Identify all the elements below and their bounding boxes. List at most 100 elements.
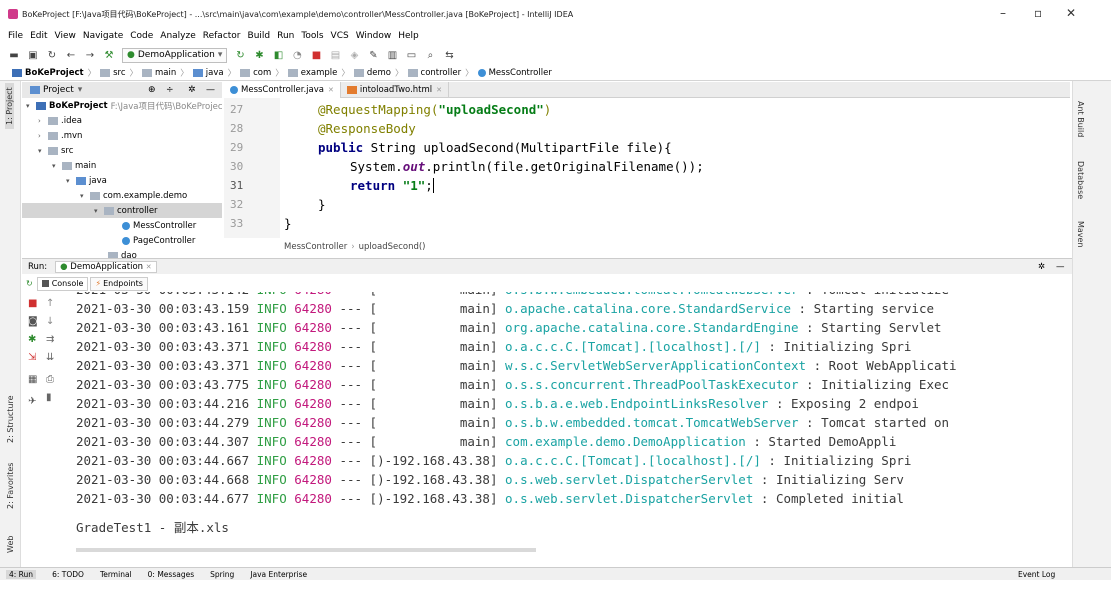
nav-item-main[interactable]: main xyxy=(155,68,176,78)
gear-icon[interactable]: ✲ xyxy=(188,85,196,95)
menu-refactor[interactable]: Refactor xyxy=(203,31,241,41)
tree-item-package[interactable]: ▾ com.example.demo xyxy=(80,188,187,203)
locate-icon[interactable]: ⊕ xyxy=(148,85,156,95)
tool-database[interactable]: Database xyxy=(1076,161,1085,199)
menu-file[interactable]: File xyxy=(8,31,23,41)
run-config-select[interactable]: ● DemoApplication ▾ xyxy=(122,47,228,63)
tool-web[interactable]: Web xyxy=(6,536,15,553)
tool-ant-build[interactable]: Ant Build xyxy=(1076,101,1085,137)
close-icon[interactable]: ✕ xyxy=(146,263,152,271)
camera-icon[interactable]: ◙ xyxy=(28,316,38,327)
tool-terminal[interactable]: Terminal xyxy=(100,570,132,579)
tool-java-enterprise[interactable]: Java Enterprise xyxy=(250,570,307,579)
debug-icon[interactable]: ✱ xyxy=(253,49,265,61)
down-arrow-icon[interactable]: ↓ xyxy=(46,316,54,327)
menu-code[interactable]: Code xyxy=(130,31,153,41)
menu-vcs[interactable]: VCS xyxy=(331,31,349,41)
nav-item-java[interactable]: java xyxy=(206,68,224,78)
menu-help[interactable]: Help xyxy=(398,31,419,41)
code-editor[interactable]: @RequestMapping("uploadSecond") @Respons… xyxy=(280,98,1072,238)
up-arrow-icon[interactable]: ↑ xyxy=(46,298,54,309)
scroll-end-icon[interactable]: ⇊ xyxy=(46,352,54,363)
horizontal-scrollbar[interactable] xyxy=(76,548,536,552)
chevron-down-icon[interactable]: ▾ xyxy=(78,85,83,95)
nav-item-controller[interactable]: controller xyxy=(421,68,462,78)
crumb-class[interactable]: MessController xyxy=(284,242,347,252)
nav-item-src[interactable]: src xyxy=(113,68,125,78)
wrench-icon[interactable]: ✎ xyxy=(367,49,379,61)
exit-icon[interactable]: ⇲ xyxy=(28,352,36,363)
tool-maven[interactable]: Maven xyxy=(1076,221,1085,248)
nav-item-demo[interactable]: demo xyxy=(367,68,391,78)
stop-icon[interactable]: ■ xyxy=(28,298,37,309)
hide-panel-icon[interactable]: — xyxy=(1056,262,1065,272)
nav-item-messcontroller[interactable]: MessController xyxy=(489,68,552,78)
tab-messcontroller[interactable]: MessController.java ✕ xyxy=(224,81,341,98)
tool-project[interactable]: 1: Project xyxy=(5,83,14,129)
stop-icon[interactable]: ■ xyxy=(310,49,322,61)
close-icon[interactable]: ✕ xyxy=(328,86,334,94)
layout-icon[interactable]: ▦ xyxy=(28,374,37,385)
menu-navigate[interactable]: Navigate xyxy=(83,31,123,41)
sync-icon[interactable]: ↻ xyxy=(46,49,58,61)
tree-item-src[interactable]: ▾ src xyxy=(38,143,73,158)
pin-icon[interactable]: ✈ xyxy=(28,396,36,407)
nav-item-example[interactable]: example xyxy=(301,68,338,78)
project-structure-icon[interactable]: ▥ xyxy=(386,49,398,61)
gear-icon[interactable]: ✲ xyxy=(1038,262,1045,272)
tree-item-main[interactable]: ▾ main xyxy=(52,158,96,173)
project-view-select[interactable]: Project xyxy=(43,85,74,95)
menu-tools[interactable]: Tools xyxy=(301,31,323,41)
menu-run[interactable]: Run xyxy=(277,31,294,41)
vcs-update-icon[interactable]: ◈ xyxy=(348,49,360,61)
tool-messages[interactable]: 0: Messages xyxy=(148,570,194,579)
console-output[interactable]: 2021-03-30 00:03:43.142 INFO 64280 --- [… xyxy=(62,292,1072,552)
tab-console[interactable]: Console xyxy=(36,276,89,291)
rerun-icon[interactable]: ↻ xyxy=(26,279,33,288)
rerun-icon[interactable]: ↻ xyxy=(234,49,246,61)
close-button[interactable]: ✕ xyxy=(1066,6,1076,20)
menu-view[interactable]: View xyxy=(55,31,76,41)
tree-item-idea[interactable]: › .idea xyxy=(38,113,82,128)
collapse-all-icon[interactable]: ÷ xyxy=(166,85,174,95)
crumb-method[interactable]: uploadSecond() xyxy=(359,242,426,252)
save-icon[interactable]: ▣ xyxy=(27,49,39,61)
soft-wrap-icon[interactable]: ⇉ xyxy=(46,334,54,345)
nav-item-com[interactable]: com xyxy=(253,68,271,78)
tree-item-root[interactable]: ▾ BoKeProject F:\Java项目代码\BoKeProject xyxy=(26,98,222,113)
tool-event-log[interactable]: Event Log xyxy=(1018,570,1055,579)
menu-analyze[interactable]: Analyze xyxy=(160,31,195,41)
close-icon[interactable]: ✕ xyxy=(436,86,442,94)
tree-item-mvn[interactable]: › .mvn xyxy=(38,128,82,143)
forward-icon[interactable]: → xyxy=(84,49,96,61)
tool-todo[interactable]: 6: TODO xyxy=(52,570,84,579)
back-icon[interactable]: ← xyxy=(65,49,77,61)
open-folder-icon[interactable]: ▬ xyxy=(8,49,20,61)
maximize-button[interactable]: ▫ xyxy=(1034,6,1042,20)
hide-panel-icon[interactable]: — xyxy=(206,85,215,95)
search-icon[interactable]: ⌕ xyxy=(424,49,436,61)
tool-run[interactable]: 4: Run xyxy=(6,569,37,579)
run-config-tab[interactable]: ● DemoApplication ✕ xyxy=(55,260,157,273)
profile-icon[interactable]: ◔ xyxy=(291,49,303,61)
build-hammer-icon[interactable]: ⚒ xyxy=(103,49,115,61)
debug-icon[interactable]: ✱ xyxy=(28,334,36,345)
translate-icon[interactable]: ⇆ xyxy=(443,49,455,61)
terminal-icon[interactable]: ▭ xyxy=(405,49,417,61)
tool-favorites[interactable]: 2: Favorites xyxy=(6,463,15,509)
tree-item-pagecontroller[interactable]: PageController xyxy=(122,233,195,248)
tree-item-java[interactable]: ▾ java xyxy=(66,173,107,188)
menu-build[interactable]: Build xyxy=(248,31,271,41)
tree-item-dao[interactable]: dao xyxy=(108,248,137,258)
tool-structure[interactable]: 2: Structure xyxy=(6,395,15,443)
menu-window[interactable]: Window xyxy=(356,31,392,41)
tab-endpoints[interactable]: ⚡ Endpoints xyxy=(90,276,148,291)
coverage-icon[interactable]: ◧ xyxy=(272,49,284,61)
tree-item-messcontroller[interactable]: MessController xyxy=(122,218,196,233)
trash-icon[interactable]: ▮ xyxy=(46,392,52,403)
tool-spring[interactable]: Spring xyxy=(210,570,234,579)
vcs-icon[interactable]: ▤ xyxy=(329,49,341,61)
nav-item-project[interactable]: BoKeProject xyxy=(25,68,84,78)
print-icon[interactable]: ⎙ xyxy=(46,374,54,385)
tree-item-controller[interactable]: ▾ controller xyxy=(22,203,222,218)
